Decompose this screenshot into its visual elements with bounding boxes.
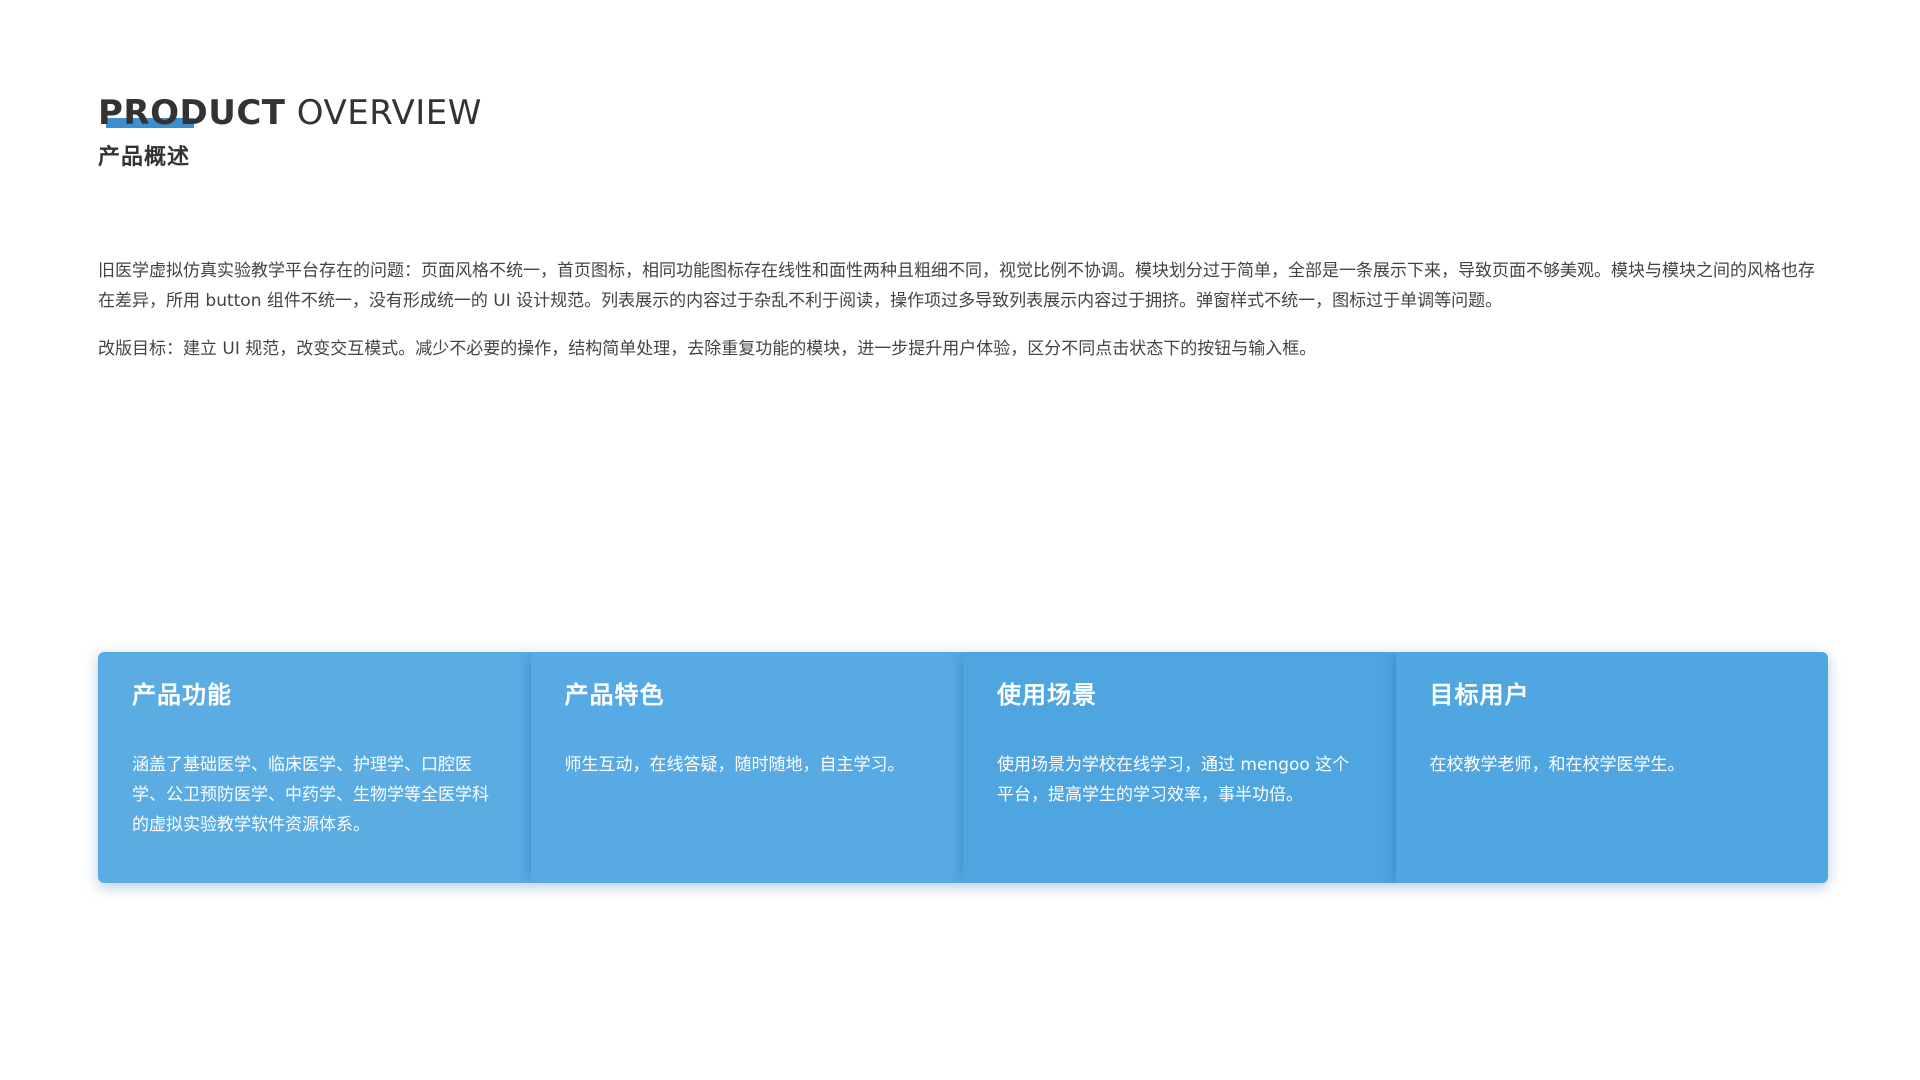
card-title: 使用场景 (997, 681, 1097, 709)
card-product-feature: 产品特色 师生互动，在线答疑，随时随地，自主学习。 (530, 652, 963, 883)
page-header: PRODUCT OVERVIEW 产品概述 (98, 92, 482, 172)
page-title-bold: PRODUCT (98, 93, 286, 133)
card-title: 产品功能 (132, 681, 232, 709)
page-title-light: OVERVIEW (285, 93, 482, 133)
card-target-users: 目标用户 在校教学老师，和在校学医学生。 (1395, 652, 1828, 883)
card-product-function: 产品功能 涵盖了基础医学、临床医学、护理学、口腔医学、公卫预防医学、中药学、生物… (98, 652, 531, 883)
card-usage-scenario: 使用场景 使用场景为学校在线学习，通过 mengoo 这个平台，提高学生的学习效… (963, 652, 1396, 883)
card-description: 在校教学老师，和在校学医学生。 (1429, 755, 1685, 775)
card-title: 目标用户 (1429, 681, 1530, 709)
intro-section: 旧医学虚拟仿真实验教学平台存在的问题：页面风格不统一，首页图标，相同功能图标存在… (98, 256, 1828, 364)
card-description: 涵盖了基础医学、临床医学、护理学、口腔医学、公卫预防医学、中药学、生物学等全医学… (132, 755, 489, 835)
card-title: 产品特色 (564, 681, 665, 709)
intro-goal-text: 改版目标：建立 UI 规范，改变交互模式。减少不必要的操作，结构简单处理，去除重… (98, 339, 1317, 359)
card-description: 师生互动，在线答疑，随时随地，自主学习。 (564, 755, 905, 775)
intro-problem-text: 旧医学虚拟仿真实验教学平台存在的问题：页面风格不统一，首页图标，相同功能图标存在… (98, 261, 1815, 311)
card-description: 使用场景为学校在线学习，通过 mengoo 这个平台，提高学生的学习效率，事半功… (997, 755, 1350, 805)
page-subtitle: 产品概述 (98, 145, 191, 170)
feature-cards: 产品功能 涵盖了基础医学、临床医学、护理学、口腔医学、公卫预防医学、中药学、生物… (98, 652, 1828, 883)
page-title: PRODUCT OVERVIEW (98, 92, 482, 134)
